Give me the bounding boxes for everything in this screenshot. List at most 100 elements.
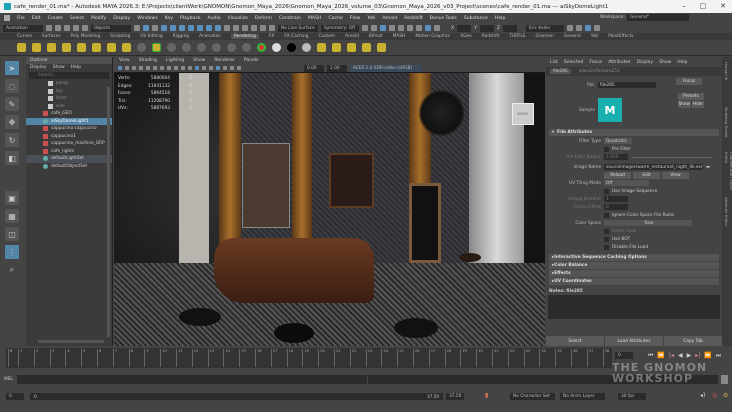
file-name-field[interactable]: file285 — [598, 82, 656, 88]
shelf-tab-poly-modeling[interactable]: Poly Modeling — [71, 34, 101, 39]
collapsed-section[interactable]: ▸ Interactive Sequence Caching Options — [549, 254, 719, 261]
xray-icon[interactable] — [237, 66, 241, 70]
viewport-menu-renderer[interactable]: Renderer — [214, 58, 235, 63]
viewport-menu-lighting[interactable]: Lighting — [166, 58, 184, 63]
shelf-tab-fx[interactable]: FX — [269, 34, 274, 39]
smooth-shade-icon[interactable] — [195, 66, 199, 70]
outliner-item[interactable]: aiSkyDomeLight1 — [26, 117, 112, 125]
ae-menu-help[interactable]: Help — [677, 60, 687, 65]
outliner-search-input[interactable]: Search... — [29, 72, 109, 79]
shelf-tab-fx-caching[interactable]: FX Caching — [284, 34, 308, 39]
menu-windows[interactable]: Windows — [137, 16, 158, 21]
gate-mask-icon[interactable] — [167, 66, 171, 70]
object-mode-icon[interactable] — [143, 25, 149, 31]
menu-flow[interactable]: Flow — [350, 16, 361, 21]
film-gate-icon[interactable] — [153, 66, 157, 70]
menu-audio[interactable]: Audio — [208, 16, 221, 21]
outliner-item[interactable]: defaultLightSet — [26, 155, 112, 163]
image-name-field[interactable]: sourceimages\warm_restaurant_night_4k.ex… — [604, 164, 703, 170]
menu-cache[interactable]: Cache — [328, 16, 342, 21]
area-light-icon[interactable] — [32, 43, 41, 52]
black-sphere-icon[interactable] — [287, 43, 296, 52]
outliner-item[interactable]: persp — [26, 80, 112, 88]
side-tab[interactable]: Channel Box / Layer Editor — [724, 152, 732, 192]
preferences-icon[interactable]: ⚙ — [723, 392, 728, 399]
menu-constrain[interactable]: Constrain — [279, 16, 301, 21]
shelf-tab-surfaces[interactable]: Surfaces — [42, 34, 61, 39]
sound-icon[interactable]: ◂) — [700, 392, 705, 399]
grid-icon[interactable] — [146, 66, 150, 70]
menu-playback[interactable]: Playback — [180, 16, 201, 21]
close-button[interactable]: ✕ — [720, 2, 726, 10]
ipr-icon[interactable] — [407, 25, 413, 31]
shelf-tab-rigging[interactable]: Rigging — [173, 34, 189, 39]
ae-menu-focus[interactable]: Focus — [589, 60, 602, 65]
camera-attr-icon[interactable] — [125, 66, 129, 70]
snap-surface-icon[interactable] — [269, 25, 275, 31]
render-settings-icon[interactable] — [416, 25, 422, 31]
script-editor-icon[interactable] — [721, 375, 728, 384]
viewport-menu-panels[interactable]: Panels — [244, 58, 258, 63]
viewport-menu-shading[interactable]: Shading — [139, 58, 157, 63]
menu-set-dropdown[interactable]: Animation — [3, 24, 43, 32]
toggle-tool-settings-icon[interactable] — [593, 25, 600, 31]
menu-edit[interactable]: Edit — [32, 16, 41, 21]
outliner-h-scrollbar[interactable] — [38, 340, 104, 343]
ignore-cs-rules-checkbox[interactable] — [604, 212, 609, 218]
safe-action-icon[interactable] — [181, 66, 185, 70]
shelf-tab-bifrost[interactable]: Bifrost — [369, 34, 383, 39]
snap-curve-icon[interactable] — [242, 25, 248, 31]
outliner-item[interactable]: cafe_lights — [26, 148, 112, 156]
mel-input[interactable] — [17, 375, 367, 384]
hierarchy-icon[interactable] — [134, 25, 140, 31]
spot-light-icon[interactable] — [47, 43, 56, 52]
go-to-start-icon[interactable]: ⏮ — [648, 352, 653, 360]
tab-place2dtexture[interactable]: place2dTexture251 — [579, 69, 620, 74]
shelf-tab-general[interactable]: General — [564, 34, 581, 39]
menu-select[interactable]: Select — [70, 16, 84, 21]
menu-mash[interactable]: MASH — [308, 16, 321, 21]
two-view-layout-icon[interactable]: ◫ — [5, 227, 19, 241]
menu-file[interactable]: File — [17, 16, 25, 21]
step-forward-icon[interactable]: ▸| — [695, 352, 700, 360]
menu-create[interactable]: Create — [48, 16, 63, 21]
cache-icon[interactable]: ◎ — [712, 392, 717, 399]
four-view-layout-icon[interactable]: ▦ — [5, 209, 19, 223]
gamma-field[interactable]: 1.00 — [327, 64, 347, 72]
shelf-tab-animation[interactable]: Animation — [199, 34, 221, 39]
side-tab[interactable]: Attribute Editor — [724, 197, 729, 237]
shelf-tab-custom[interactable]: Custom — [318, 34, 334, 39]
outliner-item[interactable]: defaultObjectSet — [26, 163, 112, 171]
outliner-item[interactable]: front — [26, 95, 112, 103]
image-plane-icon[interactable] — [139, 66, 143, 70]
current-frame-field[interactable]: 0 — [615, 352, 633, 359]
fps-dropdown[interactable]: 30 fps — [618, 393, 646, 400]
collapsed-section[interactable]: ▸ Color Balance — [549, 262, 719, 269]
menu-bonus-tools[interactable]: Bonus Tools — [430, 16, 457, 21]
collapsed-section[interactable]: ▸ UV Coordinates — [549, 278, 719, 285]
hypershade-icon[interactable] — [425, 25, 431, 31]
side-tab[interactable]: Human IK — [724, 62, 729, 102]
phong-icon[interactable] — [197, 43, 206, 52]
mel-label[interactable]: MEL — [4, 377, 13, 382]
shadows-icon[interactable] — [216, 66, 220, 70]
ae-menu-list[interactable]: List — [550, 60, 558, 65]
snap-point-icon[interactable] — [251, 25, 257, 31]
shelf-tab-redshift[interactable]: Redshift — [482, 34, 499, 39]
toggle-modeling-toolkit-icon[interactable] — [566, 25, 573, 31]
open-scene-icon[interactable] — [55, 25, 61, 31]
color-space-ae-dropdown[interactable]: Raw — [604, 220, 692, 226]
blinn-icon[interactable] — [182, 43, 191, 52]
menu-yeti[interactable]: Yeti — [367, 16, 375, 21]
viewport-menu-show[interactable]: Show — [193, 58, 205, 63]
snap-grid-icon[interactable] — [233, 25, 239, 31]
move-tool-icon[interactable]: ✥ — [5, 115, 19, 129]
filter-type-dropdown[interactable]: Quadratic — [604, 138, 632, 144]
white-sphere-icon[interactable] — [272, 43, 281, 52]
file-attributes-section[interactable]: ▾ File Attributes — [549, 129, 719, 136]
y-field[interactable] — [479, 24, 494, 32]
snap-view-icon[interactable] — [260, 25, 266, 31]
shelf-tab-motion-graphics[interactable]: Motion Graphics — [415, 34, 450, 39]
ae-select-button[interactable]: Select — [546, 336, 604, 346]
viewport-menu-view[interactable]: View — [119, 58, 130, 63]
